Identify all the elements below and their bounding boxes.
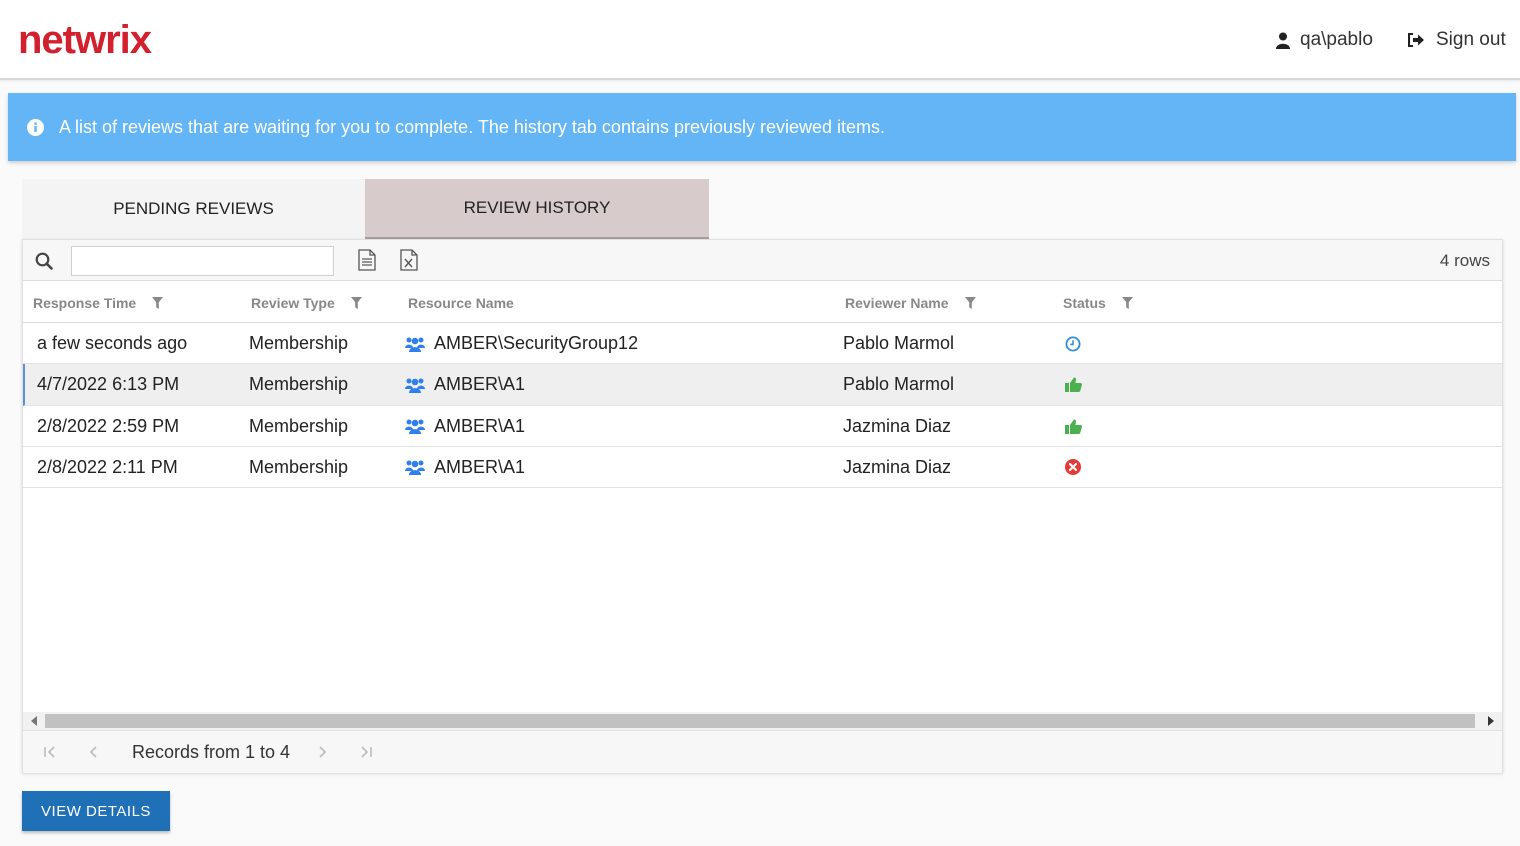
info-banner: A list of reviews that are waiting for y… [8, 93, 1516, 161]
pager: Records from 1 to 4 [23, 730, 1502, 773]
cell-reviewer-name: Pablo Marmol [843, 374, 955, 395]
first-page-icon[interactable] [43, 745, 57, 759]
table-row[interactable]: 4/7/2022 6:13 PM Membership AMBER\A1 Pab… [23, 364, 1502, 406]
cell-review-type: Membership [249, 374, 349, 395]
reviews-grid: 4 rows Response Time Review Type Resourc… [22, 239, 1503, 773]
tab-review-history[interactable]: REVIEW HISTORY [365, 179, 709, 239]
cell-response-time: 4/7/2022 6:13 PM [37, 374, 180, 395]
group-icon [405, 419, 425, 435]
info-icon [27, 118, 44, 136]
group-icon [405, 460, 425, 476]
sign-out-icon [1408, 33, 1424, 47]
resource-name: AMBER\SecurityGroup12 [434, 333, 639, 353]
column-label: Response Time [33, 294, 137, 311]
rows-count: 4 rows [1439, 251, 1490, 270]
table-row[interactable]: a few seconds ago Membership AMBER\Secur… [23, 323, 1502, 365]
table-row[interactable]: 2/8/2022 2:11 PM Membership AMBER\A1 Jaz… [23, 447, 1502, 489]
rejected-icon [1065, 459, 1081, 476]
thumbs-up-icon [1065, 419, 1082, 434]
group-icon [405, 378, 425, 393]
column-header-reviewer-name[interactable]: Reviewer Name [845, 282, 976, 323]
previous-page-icon[interactable] [88, 745, 98, 759]
table-body: a few seconds ago Membership AMBER\Secur… [23, 323, 1502, 489]
column-label: Review Type [251, 294, 335, 311]
thumbs-up-icon [1065, 377, 1082, 393]
cell-review-type: Membership [249, 456, 349, 477]
cell-resource-name: AMBER\SecurityGroup12 [405, 323, 638, 364]
resource-name: AMBER\A1 [434, 456, 526, 477]
cell-response-time: a few seconds ago [37, 333, 188, 353]
table-row[interactable]: 2/8/2022 2:59 PM Membership AMBER\A1 Jaz… [23, 406, 1502, 447]
cell-status [1065, 323, 1081, 364]
netwrix-logo[interactable]: netwrix [18, 18, 152, 62]
filter-icon[interactable] [1121, 296, 1133, 309]
export-excel-icon[interactable] [400, 249, 418, 271]
scrollbar-thumb[interactable] [45, 714, 1475, 728]
cell-review-type: Membership [249, 415, 349, 436]
sign-out-button[interactable]: Sign out [1407, 28, 1506, 52]
search-input[interactable] [71, 246, 334, 276]
cell-reviewer-name: Jazmina Diaz [843, 415, 952, 436]
grid-toolbar: 4 rows [23, 240, 1502, 281]
cell-response-time: 2/8/2022 2:11 PM [37, 456, 178, 477]
current-user: qa\pablo [1276, 28, 1373, 52]
cell-resource-name: AMBER\A1 [405, 447, 525, 488]
resource-name: AMBER\A1 [434, 374, 526, 395]
username-label: qa\pablo [1300, 29, 1373, 50]
view-details-button[interactable]: VIEW DETAILS [22, 791, 170, 831]
tab-pending-reviews[interactable]: PENDING REVIEWS [22, 179, 365, 239]
cell-resource-name: AMBER\A1 [405, 406, 525, 447]
export-document-icon[interactable] [358, 249, 376, 271]
group-icon [405, 337, 425, 352]
cell-response-time: 2/8/2022 2:59 PM [37, 415, 180, 436]
cell-resource-name: AMBER\A1 [405, 364, 525, 405]
records-label: Records from 1 to 4 [132, 742, 291, 762]
cell-status [1065, 364, 1082, 405]
scroll-left-icon[interactable] [31, 716, 37, 726]
table-header: Response Time Review Type Resource Name … [23, 282, 1502, 323]
column-label: Resource Name [408, 294, 514, 311]
clock-icon [1065, 336, 1081, 351]
cell-review-type: Membership [249, 333, 349, 353]
horizontal-scrollbar[interactable] [23, 712, 1502, 730]
scroll-right-icon[interactable] [1488, 716, 1494, 726]
cell-status [1065, 447, 1081, 488]
next-page-icon[interactable] [318, 745, 328, 759]
cell-status [1065, 406, 1082, 447]
resource-name: AMBER\A1 [434, 415, 526, 436]
column-label: Status [1063, 294, 1106, 311]
cell-reviewer-name: Pablo Marmol [843, 333, 955, 353]
user-icon [1276, 32, 1290, 49]
search-icon [35, 252, 53, 270]
column-header-review-type[interactable]: Review Type [251, 282, 362, 323]
column-header-resource-name[interactable]: Resource Name [408, 282, 514, 323]
filter-icon[interactable] [964, 296, 976, 309]
sign-out-label: Sign out [1436, 29, 1506, 50]
banner-message: A list of reviews that are waiting for y… [59, 116, 886, 137]
cell-reviewer-name: Jazmina Diaz [843, 456, 952, 477]
column-label: Reviewer Name [845, 294, 949, 311]
last-page-icon[interactable] [359, 745, 373, 759]
column-header-status[interactable]: Status [1063, 282, 1133, 323]
filter-icon[interactable] [152, 296, 164, 309]
filter-icon[interactable] [350, 296, 362, 309]
top-bar: netwrix qa\pablo Sign out [0, 0, 1520, 80]
column-header-response-time[interactable]: Response Time [33, 282, 164, 323]
